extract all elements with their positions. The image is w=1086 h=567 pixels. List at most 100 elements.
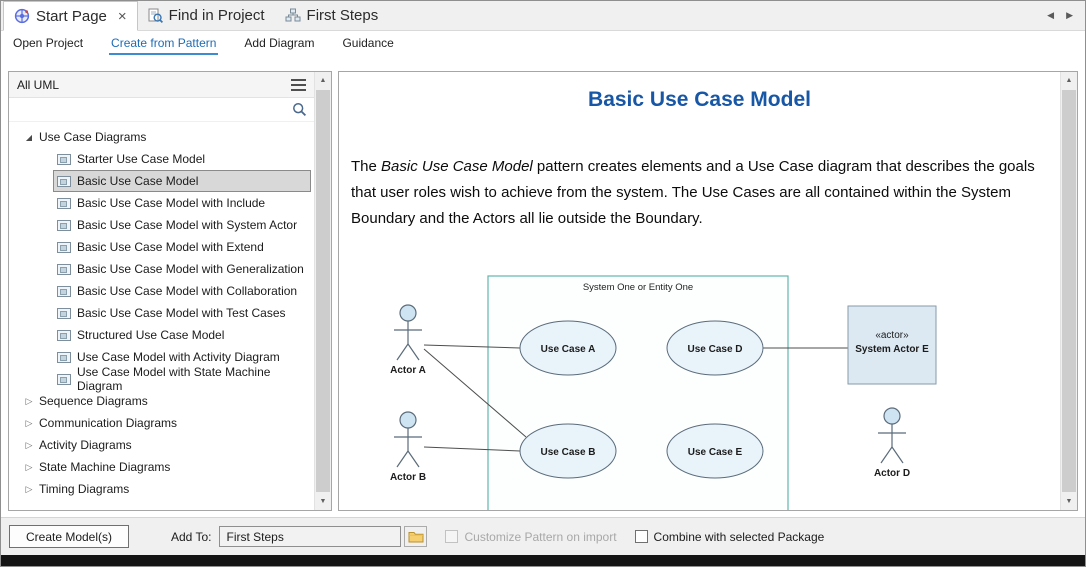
- system-actor-e-label: System Actor E: [855, 344, 929, 355]
- collapsed-icon[interactable]: ▷: [21, 440, 37, 451]
- tree-group-sequence-diagrams[interactable]: ▷ Sequence Diagrams: [9, 390, 314, 412]
- tree-item-structured-use-case-model[interactable]: Structured Use Case Model: [53, 324, 311, 346]
- tree-item-basic-use-case-model-with-collaboration[interactable]: Basic Use Case Model with Collaboration: [53, 280, 311, 302]
- scroll-up-icon[interactable]: ▲: [315, 72, 331, 89]
- tree-group-use-case-diagrams[interactable]: ◢ Use Case Diagrams: [9, 126, 314, 148]
- tree-item-label: Basic Use Case Model with Include: [77, 196, 265, 210]
- tab-bar: Start Page × Find in Project First Steps: [1, 1, 1085, 31]
- tab-label: First Steps: [307, 7, 379, 24]
- folder-icon: [408, 530, 424, 543]
- pattern-preview-panel: Basic Use Case Model The Basic Use Case …: [338, 71, 1078, 511]
- close-tab-icon[interactable]: ×: [118, 9, 127, 24]
- tree-item-label: Use Case Model with State Machine Diagra…: [77, 365, 310, 393]
- tab-start-page[interactable]: Start Page ×: [3, 1, 138, 31]
- tree-group-label: Use Case Diagrams: [39, 130, 146, 144]
- tree-group-label: Communication Diagrams: [39, 416, 177, 430]
- scrollbar-thumb[interactable]: [1062, 90, 1076, 492]
- pattern-icon: [57, 154, 71, 165]
- tree-group-label: Timing Diagrams: [39, 482, 129, 496]
- pattern-icon: [57, 374, 71, 385]
- tree-group-communication-diagrams[interactable]: ▷ Communication Diagrams: [9, 412, 314, 434]
- scroll-down-icon[interactable]: ▼: [315, 493, 331, 510]
- pattern-icon: [57, 176, 71, 187]
- scroll-down-icon[interactable]: ▼: [1061, 493, 1077, 510]
- pattern-description: The Basic Use Case Model pattern creates…: [351, 154, 1057, 232]
- use-case-b-label: Use Case B: [540, 447, 595, 458]
- preview-scrollbar[interactable]: ▲ ▼: [1060, 72, 1077, 510]
- checkbox-label: Combine with selected Package: [654, 530, 825, 544]
- actor-d-figure: Actor D: [874, 408, 910, 479]
- guidance-link[interactable]: Guidance: [340, 32, 395, 55]
- first-steps-icon: [285, 8, 301, 23]
- actor-b-figure: Actor B: [390, 412, 426, 483]
- add-to-label: Add To:: [171, 530, 211, 544]
- actor-stereotype-label: «actor»: [875, 330, 909, 341]
- tree-item-basic-use-case-model-with-system-actor[interactable]: Basic Use Case Model with System Actor: [53, 214, 311, 236]
- collapsed-icon[interactable]: ▷: [21, 484, 37, 495]
- tree-item-label: Basic Use Case Model: [77, 174, 198, 188]
- actor-a-label: Actor A: [390, 365, 426, 376]
- tree-group-label: Activity Diagrams: [39, 438, 132, 452]
- scroll-tabs-left-icon[interactable]: ◀: [1047, 10, 1054, 21]
- tree-item-label: Basic Use Case Model with Generalization: [77, 262, 304, 276]
- pattern-title: Basic Use Case Model: [339, 88, 1060, 112]
- hamburger-menu-icon[interactable]: [291, 79, 306, 91]
- tree-item-basic-use-case-model-with-extend[interactable]: Basic Use Case Model with Extend: [53, 236, 311, 258]
- actor-d-label: Actor D: [874, 468, 910, 479]
- tree-item-label: Basic Use Case Model with System Actor: [77, 218, 297, 232]
- use-case-a-label: Use Case A: [541, 344, 596, 355]
- tree-item-label: Structured Use Case Model: [77, 328, 224, 342]
- tab-find-in-project[interactable]: Find in Project: [138, 1, 275, 30]
- tree-group-state-machine-diagrams[interactable]: ▷ State Machine Diagrams: [9, 456, 314, 478]
- tree-group-activity-diagrams[interactable]: ▷ Activity Diagrams: [9, 434, 314, 456]
- tree-group-label: State Machine Diagrams: [39, 460, 170, 474]
- pattern-icon: [57, 264, 71, 275]
- checkbox-box: [445, 530, 458, 543]
- use-case-d-label: Use Case D: [687, 344, 742, 355]
- footer-bar: Create Model(s) Add To: Customize Patter…: [1, 517, 1085, 555]
- search-icon[interactable]: [292, 102, 307, 117]
- actor-a-figure: Actor A: [390, 305, 426, 376]
- use-case-diagram-preview: System One or Entity One Use Case A Use …: [353, 268, 1053, 511]
- pattern-tree-scrollbar[interactable]: ▲ ▼: [314, 72, 331, 510]
- pattern-icon: [57, 220, 71, 231]
- tree-item-basic-use-case-model-with-test-cases[interactable]: Basic Use Case Model with Test Cases: [53, 302, 311, 324]
- expanded-icon[interactable]: ◢: [21, 133, 37, 142]
- checkbox-box[interactable]: [635, 530, 648, 543]
- tree-item-starter-use-case-model[interactable]: Starter Use Case Model: [53, 148, 311, 170]
- add-to-input[interactable]: [219, 526, 401, 547]
- tree-item-basic-use-case-model-with-include[interactable]: Basic Use Case Model with Include: [53, 192, 311, 214]
- tree-item-use-case-model-with-state-machine-diagram[interactable]: Use Case Model with State Machine Diagra…: [53, 368, 311, 390]
- scroll-up-icon[interactable]: ▲: [1061, 72, 1077, 89]
- pattern-browser-panel: All UML ◢ Use Case Diagrams Starter Use …: [8, 71, 332, 511]
- pattern-tree: ◢ Use Case Diagrams Starter Use Case Mod…: [9, 122, 314, 500]
- tab-scroll-controls: ◀ ▶: [1047, 1, 1085, 30]
- customize-pattern-checkbox: Customize Pattern on import: [445, 530, 616, 544]
- browse-package-button[interactable]: [404, 526, 427, 547]
- tab-label: Find in Project: [169, 7, 265, 24]
- combine-package-checkbox[interactable]: Combine with selected Package: [635, 530, 825, 544]
- pattern-browser-header: All UML: [9, 72, 314, 98]
- tree-item-basic-use-case-model-with-generalization[interactable]: Basic Use Case Model with Generalization: [53, 258, 311, 280]
- collapsed-icon[interactable]: ▷: [21, 418, 37, 429]
- scrollbar-thumb[interactable]: [316, 90, 330, 492]
- pattern-icon: [57, 286, 71, 297]
- open-project-link[interactable]: Open Project: [11, 32, 85, 55]
- pattern-icon: [57, 330, 71, 341]
- actor-b-label: Actor B: [390, 472, 426, 483]
- use-case-e-label: Use Case E: [688, 447, 743, 458]
- checkbox-label: Customize Pattern on import: [464, 530, 616, 544]
- create-models-button[interactable]: Create Model(s): [9, 525, 129, 548]
- collapsed-icon[interactable]: ▷: [21, 462, 37, 473]
- add-diagram-link[interactable]: Add Diagram: [242, 32, 316, 55]
- system-boundary-label: System One or Entity One: [583, 282, 693, 293]
- tree-item-label: Starter Use Case Model: [77, 152, 205, 166]
- create-from-pattern-link[interactable]: Create from Pattern: [109, 32, 218, 55]
- tab-first-steps[interactable]: First Steps: [275, 1, 389, 30]
- scroll-tabs-right-icon[interactable]: ▶: [1066, 10, 1073, 21]
- tree-item-label: Use Case Model with Activity Diagram: [77, 350, 280, 364]
- tab-label: Start Page: [36, 8, 107, 25]
- collapsed-icon[interactable]: ▷: [21, 396, 37, 407]
- tree-item-basic-use-case-model[interactable]: Basic Use Case Model: [53, 170, 311, 192]
- tree-group-timing-diagrams[interactable]: ▷ Timing Diagrams: [9, 478, 314, 500]
